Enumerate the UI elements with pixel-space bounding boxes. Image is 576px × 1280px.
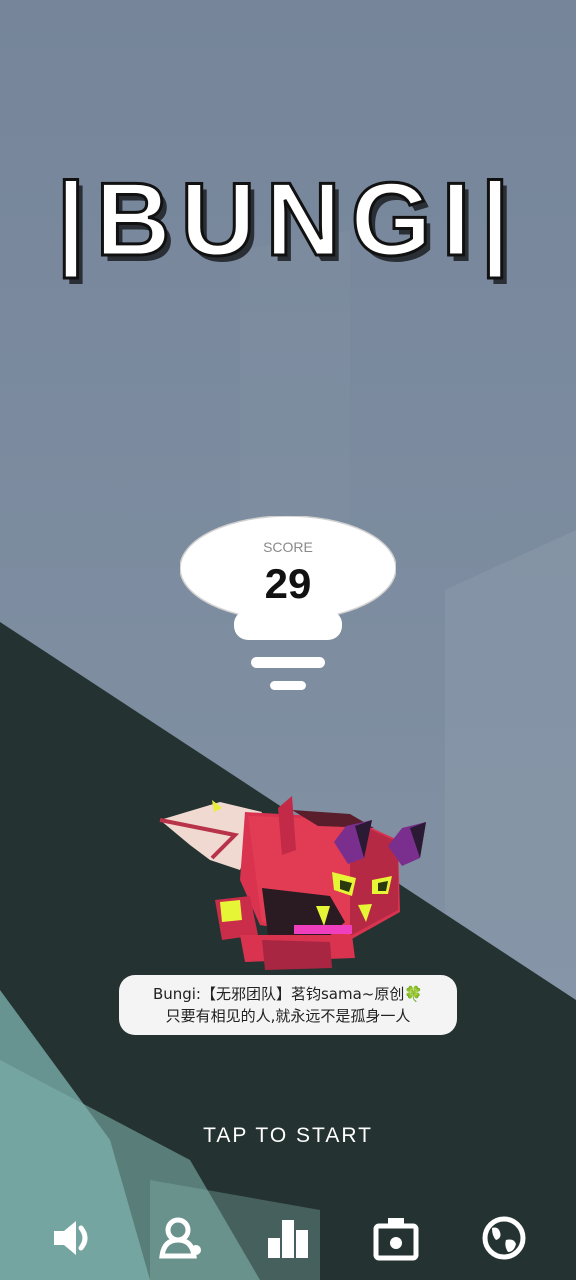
tap-to-start-prompt[interactable]: TAP TO START [0,1124,576,1148]
credit-caption: Bungi:【无邪团队】茗钧sama~原创🍀 只要有相见的人,就永远不是孤身一人 [119,975,457,1035]
globe-icon [482,1216,526,1260]
speaker-icon [54,1221,88,1255]
credit-line-2: 只要有相见的人,就永远不是孤身一人 [165,1007,411,1025]
bulb-base-bar [251,657,325,668]
credit-line-1: Bungi:【无邪团队】茗钧sama~原创🍀 [152,985,424,1003]
camera-button[interactable] [364,1206,428,1270]
score-value: 29 [264,560,312,607]
bar-chart-icon [268,1220,308,1258]
bottom-toolbar [0,1206,576,1270]
bulb-base-bar [270,681,306,690]
leaderboard-button[interactable] [256,1206,320,1270]
sound-button[interactable] [40,1206,104,1270]
language-button[interactable] [472,1206,536,1270]
game-title-logo: |BUNGI| [55,162,520,278]
camera-icon [373,1218,419,1261]
user-icon [159,1217,201,1259]
score-label: SCORE [263,539,313,555]
account-button[interactable] [148,1206,212,1270]
